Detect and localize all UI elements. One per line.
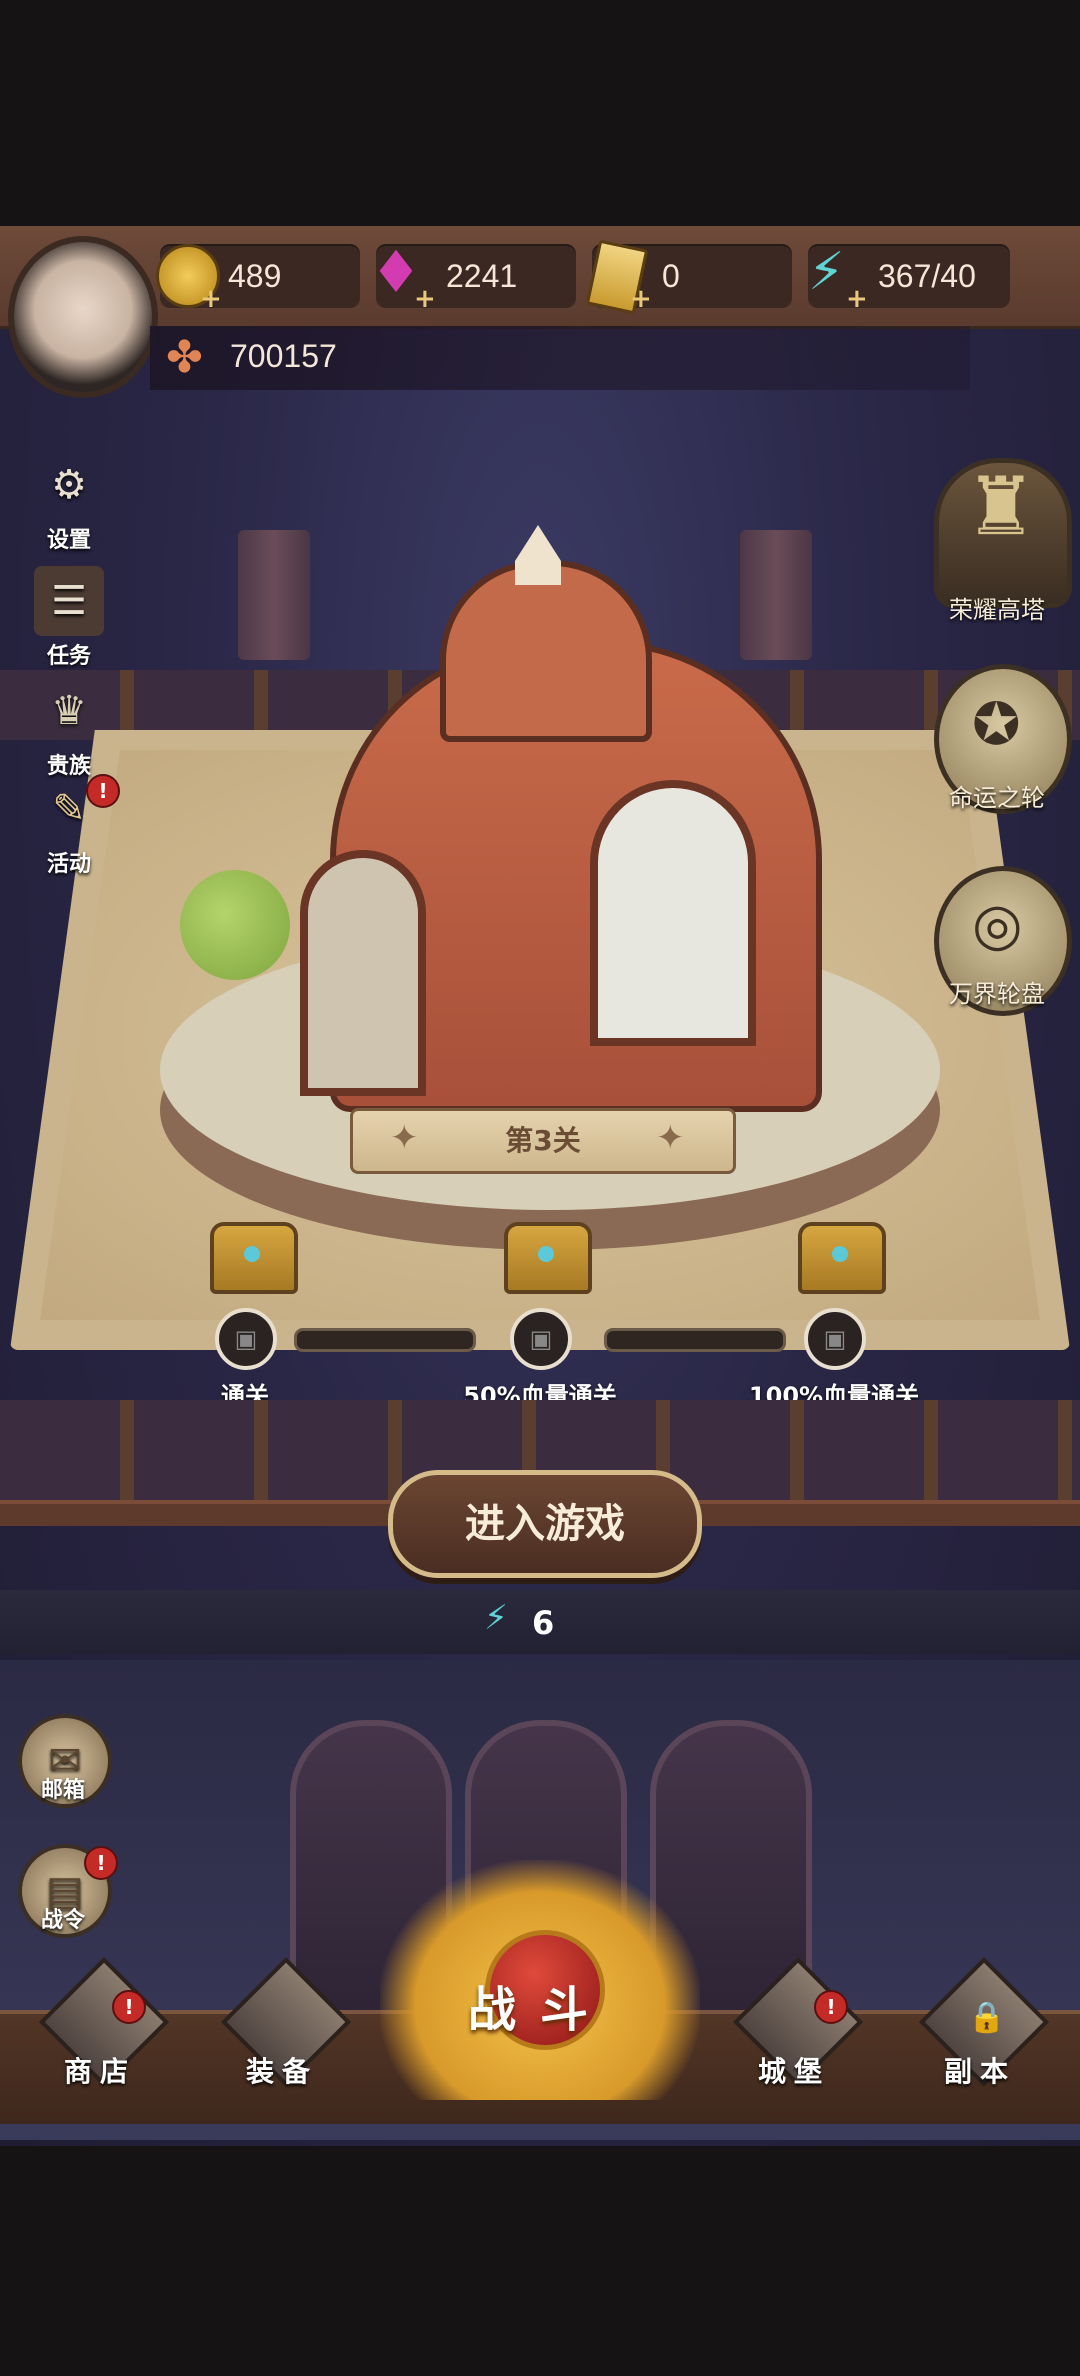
tasks-button[interactable]: ☰ 任务: [24, 566, 114, 670]
realm-roulette-label: 万界轮盘: [949, 980, 1045, 1008]
mailbox-button[interactable]: ✉ 邮箱: [18, 1714, 112, 1842]
reward-chest-2[interactable]: [504, 1222, 592, 1294]
nav-dungeon-label: 副本: [943, 2055, 1016, 2088]
add-gold-icon[interactable]: +: [200, 284, 222, 314]
ticket-amount: 0: [662, 258, 680, 294]
noble-icon: ♛: [51, 688, 87, 734]
star-ornament-icon: ✦: [390, 1118, 419, 1158]
score-value: 700157: [230, 338, 337, 374]
event-label: 活动: [46, 852, 91, 877]
reward-chest-3[interactable]: [798, 1222, 886, 1294]
mailbox-label: 邮箱: [40, 1778, 85, 1803]
diamond-amount: 2241: [446, 258, 518, 294]
energy-icon: ⚡: [484, 1598, 508, 1638]
reward-chest-1[interactable]: [210, 1222, 298, 1294]
milestone-2-icon: ▣: [510, 1308, 572, 1370]
settings-button[interactable]: ⚙ 设置: [24, 450, 114, 554]
progress-bar-1: [294, 1328, 476, 1352]
nav-equipment-label: 装备: [245, 2055, 318, 2088]
nav-dungeon[interactable]: 🔒 副本: [910, 1956, 1050, 2120]
bottom-letterbox: [0, 2146, 1080, 2376]
glory-tower-label: 荣耀高塔: [949, 596, 1045, 624]
energy-amount: 367/40: [878, 258, 976, 294]
battle-pass-label: 战令: [40, 1908, 85, 1933]
energy-icon: ⚡: [808, 242, 845, 302]
house-door: [300, 850, 426, 1096]
player-avatar[interactable]: [8, 236, 158, 398]
nav-equipment[interactable]: 装备: [212, 1956, 352, 2120]
wheel-icon: ✪: [972, 690, 1021, 758]
progress-bar-2: [604, 1328, 786, 1352]
stone-pillar-left: [238, 530, 310, 660]
tower-icon: ♜: [965, 460, 1037, 553]
event-notification-badge: !: [86, 774, 120, 808]
milestone-3-icon: ▣: [804, 1308, 866, 1370]
battle-pass-notification-badge: !: [84, 1846, 118, 1880]
nav-castle[interactable]: 城堡: [724, 1956, 864, 2120]
nav-shop-label: 商店: [63, 2055, 136, 2088]
energy-cost-value: 6: [532, 1604, 555, 1642]
task-icon: ☰: [34, 566, 104, 636]
nav-battle[interactable]: 战斗: [380, 1860, 700, 2120]
stone-pillar-right: [740, 530, 812, 660]
lock-icon: 🔒: [968, 2000, 1006, 2035]
add-energy-icon[interactable]: +: [846, 284, 868, 314]
enter-game-button[interactable]: 进入游戏: [388, 1470, 702, 1578]
game-screen: 第3关 ✦ ✦ ▣ ▣ ▣ 通关 50%血量通关 100%血量通关 进入游戏 ⚡…: [0, 0, 1080, 2376]
gear-icon: ⚙: [51, 462, 87, 508]
add-diamond-icon[interactable]: +: [414, 284, 436, 314]
nav-castle-label: 城堡: [757, 2055, 830, 2088]
tasks-label: 任务: [46, 644, 91, 669]
clover-icon: ✤: [166, 332, 203, 383]
star-ornament-icon: ✦: [656, 1118, 685, 1158]
nav-shop[interactable]: 商店: [30, 1956, 170, 2120]
shop-notification-badge: !: [112, 1990, 146, 2024]
settings-label: 设置: [46, 528, 91, 553]
gold-amount: 489: [228, 258, 282, 294]
house-window: [590, 780, 756, 1046]
fate-wheel-label: 命运之轮: [949, 784, 1045, 812]
roulette-icon: ◎: [972, 890, 1023, 958]
nav-battle-label: 战斗: [467, 1982, 612, 2038]
milestone-1-icon: ▣: [215, 1308, 277, 1370]
noble-button[interactable]: ♛ 贵族: [24, 676, 114, 780]
add-ticket-icon[interactable]: +: [630, 284, 652, 314]
house-dome: [440, 560, 652, 742]
castle-notification-badge: !: [814, 1990, 848, 2024]
bush: [180, 870, 290, 980]
